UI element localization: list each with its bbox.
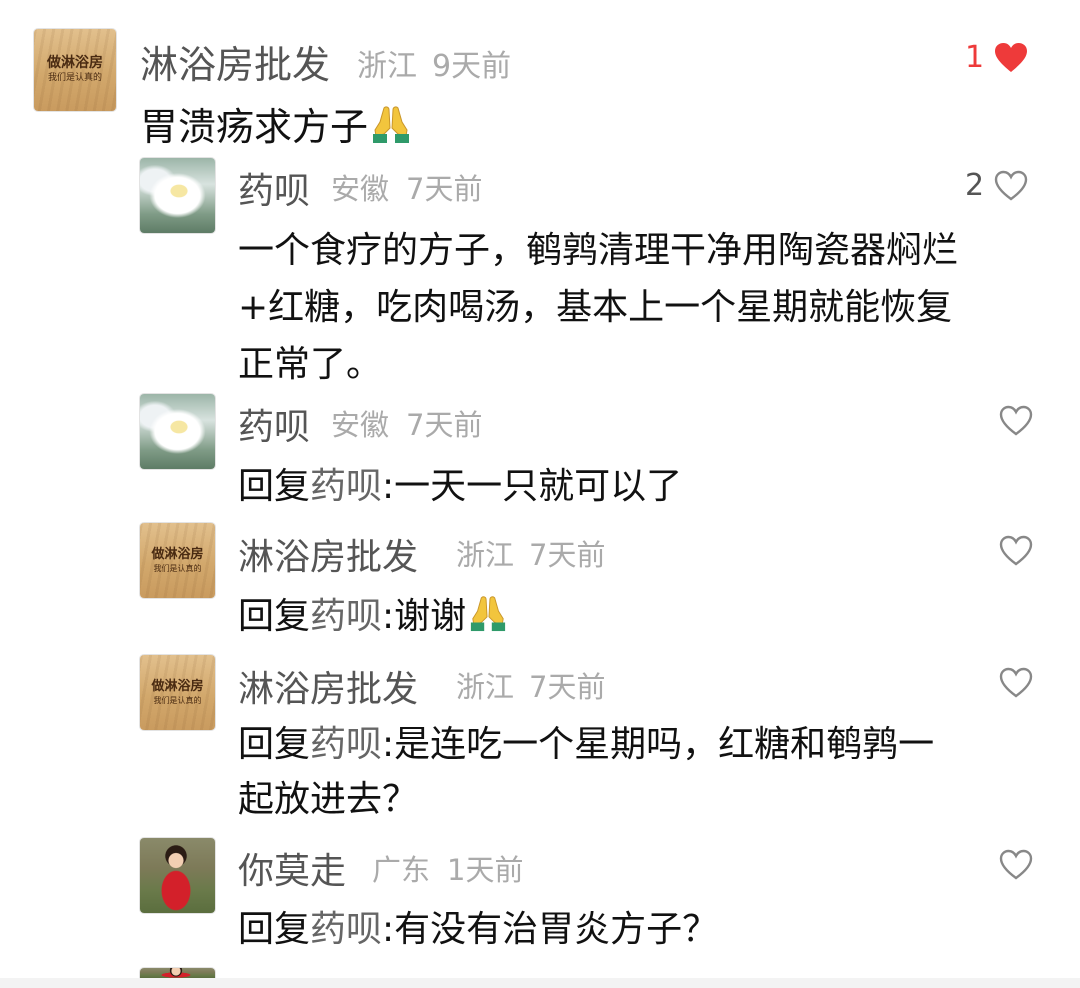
comment-text: 一个食疗的方子，鹌鹑清理干净用陶瓷器焖烂 +红糖，吃肉喝汤，基本上一个星期就能恢… bbox=[238, 222, 1058, 393]
comment-location: 安徽 bbox=[331, 408, 390, 442]
reply-item: 你莫走 广东 1天前 回复药呗:有没有治胃炎方子？ bbox=[0, 830, 1080, 970]
avatar-logo-text: 做淋浴房 bbox=[47, 54, 103, 71]
scroll-edge bbox=[0, 978, 1080, 988]
comment-username[interactable]: 淋浴房批发 bbox=[238, 660, 418, 712]
like-button[interactable]: 2 bbox=[965, 168, 1028, 203]
avatar[interactable] bbox=[140, 158, 215, 233]
heart-outline-icon bbox=[999, 535, 1033, 567]
heart-outline-icon bbox=[999, 667, 1033, 699]
comment-text-line: 一个食疗的方子，鹌鹑清理干净用陶瓷器焖烂 bbox=[238, 230, 959, 271]
comment-text: 回复药呗:谢谢 bbox=[238, 587, 508, 641]
reply-item: 做淋浴房 我们是认真的 淋浴房批发 浙江 7天前 回复药呗:是连吃一个星期吗，红… bbox=[0, 647, 1080, 830]
comment-username[interactable]: 淋浴房批发 bbox=[140, 34, 330, 89]
avatar[interactable] bbox=[140, 394, 215, 469]
comment-text-body: 胃溃疡求方子 bbox=[140, 105, 369, 149]
avatar[interactable]: 做淋浴房 我们是认真的 bbox=[34, 29, 116, 111]
reply-target-username[interactable]: 药呗 bbox=[310, 466, 382, 507]
comment-text-line: 起放进去？ bbox=[238, 779, 419, 820]
avatar-logo-text: 做淋浴房 bbox=[151, 546, 204, 562]
folded-hands-icon bbox=[370, 104, 412, 153]
comment-text: 回复药呗:一天一只就可以了 bbox=[238, 457, 682, 509]
comment-time: 7天前 bbox=[529, 670, 606, 704]
avatar-logo-subtext: 我们是认真的 bbox=[153, 563, 202, 573]
reply-prefix: 回复 bbox=[238, 909, 311, 950]
comment-text: 回复药呗:是连吃一个星期吗，红糖和鹌鹑一 起放进去？ bbox=[238, 717, 1058, 827]
comment-time: 7天前 bbox=[406, 172, 483, 206]
avatar[interactable] bbox=[140, 838, 215, 913]
comment-location: 浙江 bbox=[456, 670, 515, 704]
reply-target-username[interactable]: 药呗 bbox=[310, 596, 382, 637]
comment-username[interactable]: 淋浴房批发 bbox=[238, 528, 418, 580]
like-button[interactable] bbox=[999, 535, 1033, 567]
reply-item: 药呗 安徽 7天前 回复药呗:一天一只就可以了 bbox=[0, 385, 1080, 515]
comment-username[interactable]: 你莫走 bbox=[238, 842, 346, 894]
like-count: 1 bbox=[965, 40, 985, 75]
like-button[interactable]: 1 bbox=[965, 40, 1028, 75]
avatar[interactable]: 做淋浴房 我们是认真的 bbox=[140, 523, 215, 598]
avatar-logo-subtext: 我们是认真的 bbox=[47, 73, 102, 84]
comment-username[interactable]: 药呗 bbox=[238, 162, 310, 214]
comment-item: 做淋浴房 我们是认真的 淋浴房批发 浙江 9天前 1 胃溃疡求方子 bbox=[0, 0, 1080, 150]
reply-prefix: 回复 bbox=[238, 724, 311, 765]
reply-target-username[interactable]: 药呗 bbox=[310, 909, 382, 950]
comment-text-body: :谢谢 bbox=[382, 596, 467, 637]
comment-time: 7天前 bbox=[529, 538, 606, 572]
comment-location: 安徽 bbox=[331, 172, 390, 206]
heart-outline-icon bbox=[999, 405, 1033, 437]
comment-text: 胃溃疡求方子 bbox=[140, 96, 412, 153]
comment-location: 浙江 bbox=[357, 49, 417, 84]
avatar[interactable]: 做淋浴房 我们是认真的 bbox=[140, 655, 215, 730]
folded-hands-icon bbox=[468, 594, 508, 641]
like-button[interactable] bbox=[999, 405, 1033, 437]
comment-time: 7天前 bbox=[406, 408, 483, 442]
comment-time: 1天前 bbox=[447, 853, 524, 887]
reply-item: 药呗 安徽 7天前 2 一个食疗的方子，鹌鹑清理干净用陶瓷器焖烂 +红糖，吃肉喝… bbox=[0, 150, 1080, 385]
heart-outline-icon bbox=[994, 170, 1028, 202]
comment-text-line: :是连吃一个星期吗，红糖和鹌鹑一 bbox=[382, 724, 935, 765]
comment-text: 回复药呗:有没有治胃炎方子？ bbox=[238, 900, 718, 952]
reply-prefix: 回复 bbox=[238, 466, 311, 507]
like-button[interactable] bbox=[999, 667, 1033, 699]
avatar[interactable] bbox=[140, 968, 215, 978]
like-count: 2 bbox=[965, 168, 985, 203]
comment-text-body: :一天一只就可以了 bbox=[382, 466, 683, 507]
comment-location: 浙江 bbox=[456, 538, 515, 572]
like-button[interactable] bbox=[999, 849, 1033, 881]
heart-outline-icon bbox=[999, 849, 1033, 881]
avatar-logo-text: 做淋浴房 bbox=[151, 678, 204, 694]
heart-filled-icon bbox=[994, 42, 1028, 74]
reply-prefix: 回复 bbox=[238, 596, 311, 637]
reply-item: 做淋浴房 我们是认真的 淋浴房批发 浙江 7天前 回复药呗:谢谢 bbox=[0, 515, 1080, 647]
reply-target-username[interactable]: 药呗 bbox=[310, 724, 382, 765]
avatar-logo-subtext: 我们是认真的 bbox=[153, 695, 202, 705]
comment-username[interactable]: 药呗 bbox=[238, 398, 310, 450]
comment-text-line: +红糖，吃肉喝汤，基本上一个星期就能恢复 bbox=[238, 287, 953, 328]
comment-location: 广东 bbox=[372, 853, 431, 887]
comment-text-body: :有没有治胃炎方子？ bbox=[382, 909, 719, 950]
comment-time: 9天前 bbox=[432, 49, 512, 84]
